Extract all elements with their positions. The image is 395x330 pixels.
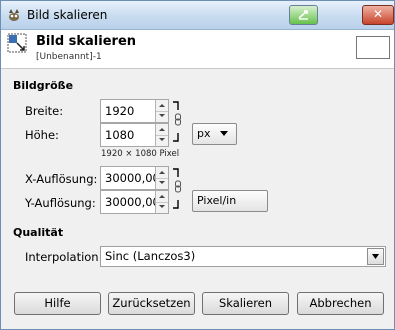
image-preview-thumbnail	[356, 36, 390, 59]
arrow-up-icon	[159, 104, 165, 107]
arrow-down-icon	[159, 205, 165, 208]
reset-button[interactable]: Zurücksetzen	[108, 292, 195, 315]
interpolation-dropdown-button[interactable]	[367, 248, 384, 265]
arrow-up-icon	[159, 195, 165, 198]
width-value: 1920	[105, 104, 135, 118]
height-spin-arrows[interactable]	[155, 124, 168, 146]
height-spinbutton[interactable]: 1080	[100, 123, 169, 147]
gimp-app-icon	[9, 9, 19, 21]
dropdown-arrow-icon	[220, 131, 228, 136]
interpolation-value: Sinc (Lanczos3)	[105, 249, 196, 263]
image-size-heading: Bildgröße	[13, 79, 74, 92]
resolution-unit-dropdown[interactable]: Pixel/in	[192, 190, 268, 212]
dialog-header: Bild skalieren [Unbenannt]-1	[1, 30, 394, 69]
interpolation-label: Interpolation:	[25, 250, 103, 264]
interpolation-select[interactable]: Sinc (Lanczos3)	[100, 246, 386, 267]
cancel-button[interactable]: Abbrechen	[297, 292, 384, 315]
title-bar[interactable]: Bild skalieren ✕	[1, 1, 394, 30]
width-decrement-button[interactable]	[156, 111, 168, 122]
dialog-window: Bild skalieren ✕ Bild skalieren [Unbenan…	[0, 0, 395, 330]
size-unit-value: px	[197, 127, 211, 140]
help-button[interactable]: Hilfe	[14, 292, 101, 315]
width-spin-arrows[interactable]	[155, 100, 168, 122]
size-unit-dropdown[interactable]: px	[192, 123, 237, 145]
x-resolution-decrement-button[interactable]	[156, 178, 168, 189]
arrow-down-icon	[159, 114, 165, 117]
height-label: Höhe:	[25, 128, 59, 142]
minimize-button[interactable]	[289, 5, 318, 25]
y-resolution-spin-arrows[interactable]	[155, 191, 168, 213]
y-resolution-decrement-button[interactable]	[156, 202, 168, 213]
chain-link-icon[interactable]	[171, 100, 183, 144]
close-button[interactable]: ✕	[362, 5, 394, 25]
height-value: 1080	[105, 128, 135, 142]
x-resolution-label: X-Auflösung:	[25, 172, 98, 186]
x-resolution-spin-arrows[interactable]	[155, 167, 168, 189]
dialog-heading: Bild skalieren	[36, 34, 137, 49]
width-label: Breite:	[25, 104, 64, 118]
close-icon: ✕	[372, 7, 384, 21]
window-title: Bild skalieren	[27, 8, 108, 22]
arrow-up-icon	[159, 128, 165, 131]
y-resolution-label: Y-Auflösung:	[25, 196, 96, 210]
scale-button[interactable]: Skalieren	[202, 292, 289, 315]
pixel-dimensions-info: 1920 × 1080 Pixel	[101, 149, 180, 159]
x-resolution-spinbutton[interactable]: 30000,000	[100, 166, 169, 190]
quality-heading: Qualität	[13, 226, 64, 239]
image-name: [Unbenannt]-1	[36, 52, 102, 62]
height-decrement-button[interactable]	[156, 135, 168, 146]
minimize-icon	[298, 10, 308, 20]
arrow-down-icon	[159, 138, 165, 141]
resolution-unit-value: Pixel/in	[197, 194, 237, 207]
resolution-chain-link-icon[interactable]	[171, 167, 183, 211]
chevron-down-icon	[372, 254, 379, 259]
y-resolution-spinbutton[interactable]: 30000,000	[100, 190, 169, 214]
arrow-down-icon	[159, 181, 165, 184]
scale-image-icon	[7, 33, 27, 53]
arrow-up-icon	[159, 171, 165, 174]
width-spinbutton[interactable]: 1920	[100, 99, 169, 123]
